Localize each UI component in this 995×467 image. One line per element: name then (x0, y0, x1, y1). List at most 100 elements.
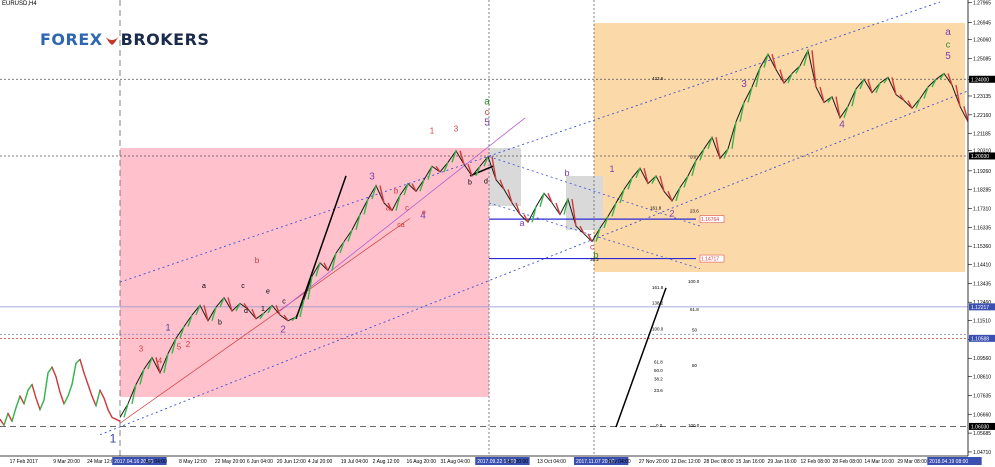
forexbrokers-logo: FOREX BROKERS (40, 30, 209, 49)
price-tag-2: 1.12217 (971, 305, 989, 311)
wave-label-29: b (564, 168, 569, 178)
time-tick-28: 2018.04.19 08:00 (929, 459, 968, 465)
wave-label-6: a (202, 283, 206, 290)
fib-level-4: 50 (692, 327, 698, 332)
fib-level-6: 100.0 (688, 423, 700, 428)
time-tick-18: Nov 04:00 (608, 459, 631, 465)
wave-label-9: b (255, 256, 260, 265)
price-chart[interactable]: 1.27965 1.26945 1.26060 1.25085 1.24000 1.231… (0, 0, 995, 467)
orange-zone (594, 23, 965, 272)
fib-level-9: 138.2 (652, 300, 664, 305)
wave-label-3: 1 (165, 322, 170, 332)
candle-0-29 (111, 416, 117, 420)
price-tick-24: 1.04710 (973, 450, 991, 456)
price-tick-20: 1.08610 (973, 375, 991, 381)
candle-0-22 (83, 372, 89, 385)
wave-label-10: d (244, 308, 248, 315)
time-tick-27: 29 Mar 08:00 (897, 459, 927, 465)
fib-level-15: 0.0 (656, 423, 663, 428)
candle-0-11 (39, 399, 45, 410)
fib-level-10: 100.0 (652, 326, 664, 331)
time-tick-8: 20 Jun 12:00 (277, 459, 306, 465)
wave-label-13: 2 (280, 324, 286, 335)
price-tick-21: 1.07635 (973, 393, 991, 399)
candle-0-26 (99, 389, 105, 399)
wave-label-30: a (519, 218, 524, 228)
candle-0-27 (103, 397, 109, 410)
price-tag-1: 1.20030 (971, 154, 989, 160)
candle-0-17 (63, 395, 69, 405)
candle-0-6 (19, 395, 25, 405)
candle-0-2 (3, 413, 9, 426)
fib-level-14: 23.6 (654, 388, 663, 393)
price-tick-17: 1.11510 (973, 319, 991, 325)
candle-3-7 (539, 193, 545, 207)
fib-level-3: 61.8 (690, 307, 699, 312)
wave-label-22: 1 (430, 126, 435, 135)
candle-0-8 (27, 384, 33, 391)
candle-0-13 (47, 366, 53, 374)
candle-0-5 (15, 395, 21, 408)
candle-0-21 (79, 359, 85, 374)
price-tick-6: 1.22160 (973, 113, 991, 119)
wave-label-38: c (946, 39, 951, 49)
gray-box-1 (489, 148, 521, 206)
price-tick-15: 1.13435 (973, 281, 991, 287)
wave-label-2: 4 (158, 356, 163, 365)
price-tick-0: 1.27965 (973, 1, 991, 7)
fib-level-13: 38.2 (654, 377, 663, 382)
time-tick-20: 12 Dec 12:00 (671, 459, 701, 465)
fib-level-11: 61.8 (654, 359, 663, 364)
fib-level-8: 161.8 (652, 285, 664, 290)
wave-label-37: a (945, 27, 951, 38)
price-tick-22: 1.06660 (973, 412, 991, 418)
candle-3-6 (531, 206, 537, 223)
wave-label-27: b (468, 180, 472, 187)
symbol-label: EURUSD,H4 (2, 1, 37, 7)
time-tick-16: 13 Oct 04:00 (537, 459, 566, 465)
wave-label-0: 1 (110, 431, 117, 445)
wave-label-36: 4 (839, 120, 845, 131)
time-tick-12: 16 Aug 20:00 (407, 459, 437, 465)
wave-label-1: 3 (139, 345, 144, 354)
candle-0-10 (35, 397, 41, 410)
fib-level-1: 23.6 (690, 209, 699, 214)
time-tick-11: 2 Aug 12:00 (373, 459, 400, 465)
wave-label-28: d (484, 179, 488, 186)
candle-0-18 (67, 384, 73, 397)
wave-label-32: b (593, 250, 598, 260)
price-tick-11: 1.17310 (973, 207, 991, 213)
candle-0-24 (91, 395, 97, 407)
time-tick-22: 15 Jan 16:00 (736, 459, 765, 465)
wave-label-19: ca (397, 222, 405, 229)
time-tick-10: 19 Jul 04:00 (341, 459, 368, 465)
time-tick-21: 28 Dec 08:00 (704, 459, 734, 465)
fib-level-0: 0.0 (690, 154, 697, 159)
fib-tag-0: 1.16764 (701, 217, 719, 223)
pink-zone (120, 148, 489, 397)
price-tag-4: 1.06030 (971, 424, 989, 430)
price-tick-23: 1.05685 (973, 431, 991, 437)
candle-0-30 (115, 418, 121, 422)
wave-label-7: b (218, 320, 222, 327)
candle-0-20 (75, 358, 81, 364)
candle-0-9 (31, 384, 37, 399)
time-tick-5: 8 May 12:00 (179, 459, 207, 465)
candle-0-4 (11, 407, 17, 422)
price-tick-19: 1.09560 (973, 356, 991, 362)
wave-label-18: c (405, 204, 409, 213)
fib-level-2: 100.0 (688, 279, 700, 284)
price-tick-14: 1.14410 (973, 263, 991, 269)
time-tick-13: 31 Aug 04:00 (440, 459, 470, 465)
price-tick-5: 1.23135 (973, 94, 991, 100)
chart-window: 1.27965 1.26945 1.26060 1.25085 1.24000 1.231… (0, 0, 995, 467)
wave-label-5: 2 (186, 340, 191, 349)
price-tick-3: 1.25085 (973, 56, 991, 62)
time-tick-6: 22 May 20:00 (215, 459, 246, 465)
price-tag-0: 1.24000 (971, 77, 989, 83)
bull-icon (104, 36, 119, 45)
candle-0-1 (0, 418, 5, 426)
wave-label-11: e (266, 289, 270, 296)
wave-label-21: e (422, 210, 426, 217)
candle-0-28 (107, 409, 113, 418)
